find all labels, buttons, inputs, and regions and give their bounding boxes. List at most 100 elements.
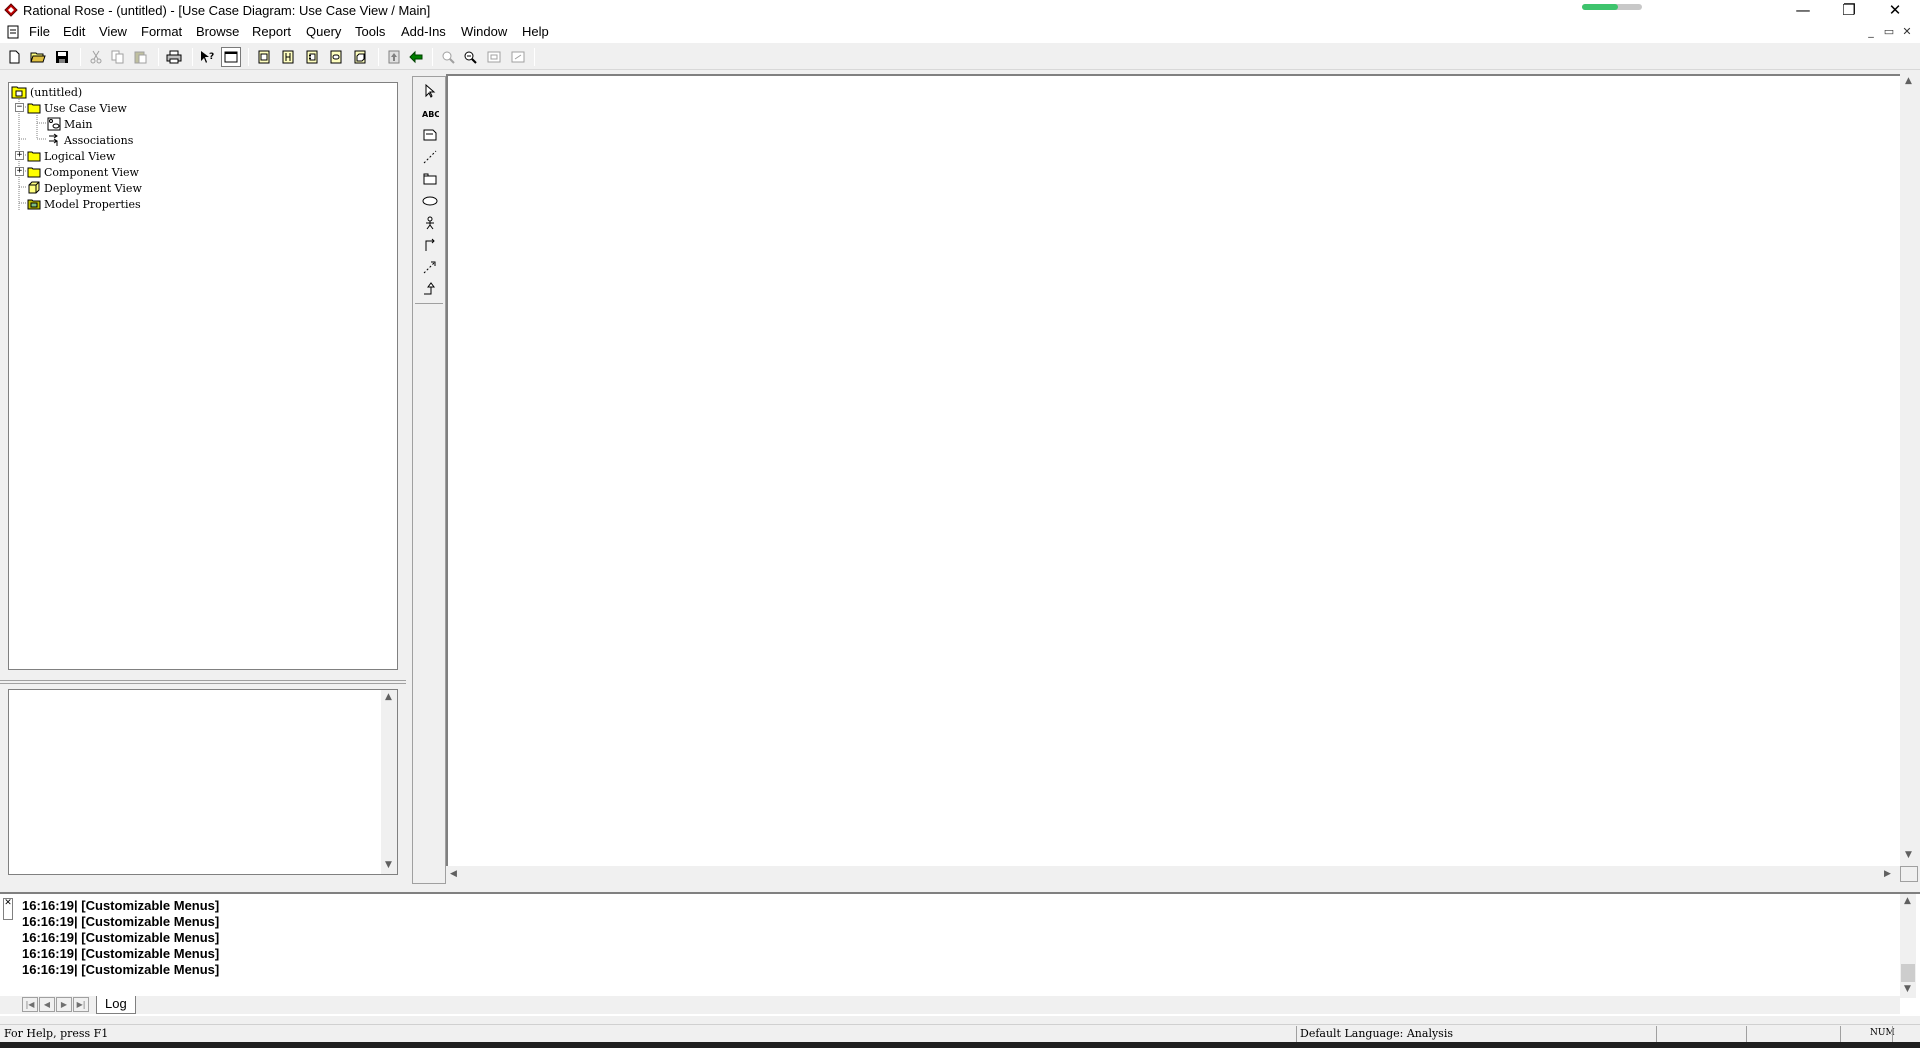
use-case-ellipse-icon: [422, 196, 438, 206]
tree-item-model-properties[interactable]: Model Properties: [27, 196, 141, 212]
canvas-vertical-scrollbar[interactable]: ▲ ▼: [1900, 74, 1918, 868]
selection-tool[interactable]: [420, 81, 440, 101]
menu-edit[interactable]: Edit: [62, 24, 86, 39]
paste-icon: [134, 51, 147, 64]
unidirectional-association-tool[interactable]: [420, 235, 440, 255]
view-documentation-button[interactable]: [221, 47, 241, 67]
dependency-arrow-icon: [423, 261, 436, 274]
state-diagram-icon: [330, 50, 342, 64]
browse-deployment-diagram-button[interactable]: [350, 47, 370, 67]
scroll-up-icon[interactable]: ▲: [385, 692, 392, 702]
scroll-down-icon[interactable]: ▼: [1905, 850, 1912, 860]
browse-class-diagram-button[interactable]: [254, 47, 274, 67]
menu-tools[interactable]: Tools: [354, 24, 386, 39]
anchor-note-tool[interactable]: [420, 147, 440, 167]
browse-interaction-diagram-button[interactable]: [278, 47, 298, 67]
text-box-tool[interactable]: ABC: [420, 103, 440, 123]
scroll-up-icon[interactable]: ▲: [1904, 896, 1911, 906]
generalization-tool[interactable]: [420, 279, 440, 299]
menu-file[interactable]: File: [28, 24, 51, 39]
tree-item-use-case-view[interactable]: Use Case View: [27, 100, 127, 116]
browse-parent-button[interactable]: [384, 47, 404, 67]
class-diagram-icon: [258, 50, 270, 64]
tree-item-component-view[interactable]: Component View: [27, 164, 139, 180]
tree-item-logical-view[interactable]: Logical View: [27, 148, 115, 164]
scroll-down-icon[interactable]: ▼: [385, 860, 392, 870]
folder-icon: [27, 167, 41, 178]
dependency-tool[interactable]: [420, 257, 440, 277]
new-file-button[interactable]: [4, 47, 24, 67]
parent-diagram-icon: [388, 50, 400, 64]
tree-item-label: Logical View: [44, 149, 116, 163]
context-help-button[interactable]: ?: [198, 47, 218, 67]
note-tool[interactable]: [420, 125, 440, 145]
documentation-vertical-scrollbar[interactable]: ▲ ▼: [381, 690, 397, 874]
browser-documentation-splitter[interactable]: [0, 680, 406, 684]
print-button[interactable]: [164, 47, 184, 67]
menu-report[interactable]: Report: [251, 24, 292, 39]
use-case-diagram-canvas[interactable]: [446, 74, 1900, 868]
expand-toggle[interactable]: +: [15, 167, 24, 176]
menu-format[interactable]: Format: [140, 24, 183, 39]
tab-log[interactable]: Log: [96, 996, 136, 1014]
cut-button[interactable]: [86, 47, 106, 67]
log-vertical-scrollbar[interactable]: ▲ ▼: [1900, 894, 1916, 998]
expand-toggle[interactable]: +: [15, 151, 24, 160]
use-case-tool[interactable]: [420, 191, 440, 211]
deployment-icon: [28, 181, 40, 194]
model-browser-tree[interactable]: (untitled) − Use Case View Main Associat…: [8, 82, 398, 670]
scroll-thumb[interactable]: [1901, 964, 1915, 982]
os-taskbar-edge: [0, 1042, 1920, 1048]
next-tab-icon[interactable]: ▶: [56, 997, 72, 1012]
mdi-restore-button[interactable]: ▭: [1880, 25, 1898, 40]
last-tab-icon[interactable]: ▶|: [73, 997, 89, 1012]
log-line: 16:16:19| [Customizable Menus]: [22, 962, 220, 977]
log-line: 16:16:19| [Customizable Menus]: [22, 930, 220, 945]
prev-tab-icon[interactable]: ◀: [39, 997, 55, 1012]
menu-help[interactable]: Help: [521, 24, 550, 39]
tree-item-deployment-view[interactable]: Deployment View: [27, 180, 142, 196]
copy-button[interactable]: [108, 47, 128, 67]
diagram-document-icon[interactable]: [6, 25, 20, 39]
mdi-close-button[interactable]: ✕: [1898, 25, 1916, 40]
status-pane-divider: [1296, 1026, 1297, 1042]
menu-add-ins[interactable]: Add-Ins: [400, 24, 447, 39]
tree-item-main-diagram[interactable]: Main: [47, 116, 92, 132]
zoom-in-button[interactable]: [438, 47, 458, 67]
deployment-diagram-icon: [354, 50, 366, 64]
menu-query[interactable]: Query: [305, 24, 342, 39]
scroll-down-icon[interactable]: ▼: [1904, 984, 1911, 994]
log-close-icon[interactable]: ✕: [3, 898, 13, 920]
new-file-icon: [9, 50, 20, 64]
resize-grip[interactable]: [1900, 866, 1918, 882]
actor-tool[interactable]: [420, 213, 440, 233]
zoom-out-button[interactable]: [460, 47, 480, 67]
paste-button[interactable]: [130, 47, 150, 67]
note-icon: [423, 129, 437, 141]
scroll-up-icon[interactable]: ▲: [1905, 76, 1912, 86]
minimize-button[interactable]: —: [1780, 0, 1826, 22]
tree-item-associations[interactable]: Associations: [47, 132, 133, 148]
tree-item-model-root[interactable]: (untitled): [11, 84, 82, 100]
first-tab-icon[interactable]: |◀: [22, 997, 38, 1012]
menu-window[interactable]: Window: [460, 24, 508, 39]
associations-icon: [49, 133, 58, 146]
browse-previous-diagram-button[interactable]: [406, 47, 426, 67]
restore-button[interactable]: ❐: [1826, 0, 1872, 22]
close-button[interactable]: ✕: [1872, 0, 1918, 22]
menu-browse[interactable]: Browse: [195, 24, 240, 39]
browse-state-diagram-button[interactable]: [326, 47, 346, 67]
documentation-window[interactable]: ▲ ▼: [8, 689, 398, 875]
save-button[interactable]: [52, 47, 72, 67]
scroll-right-icon[interactable]: ▶: [1884, 869, 1891, 879]
fit-in-window-button[interactable]: [484, 47, 504, 67]
canvas-horizontal-scrollbar[interactable]: ◀ ▶: [446, 866, 1900, 882]
scroll-left-icon[interactable]: ◀: [450, 869, 457, 879]
browse-component-diagram-button[interactable]: [302, 47, 322, 67]
collapse-toggle[interactable]: −: [15, 103, 24, 112]
open-button[interactable]: [28, 47, 48, 67]
undo-fit-button[interactable]: [508, 47, 528, 67]
menu-view[interactable]: View: [98, 24, 128, 39]
mdi-minimize-button[interactable]: _: [1862, 25, 1880, 40]
package-tool[interactable]: [420, 169, 440, 189]
